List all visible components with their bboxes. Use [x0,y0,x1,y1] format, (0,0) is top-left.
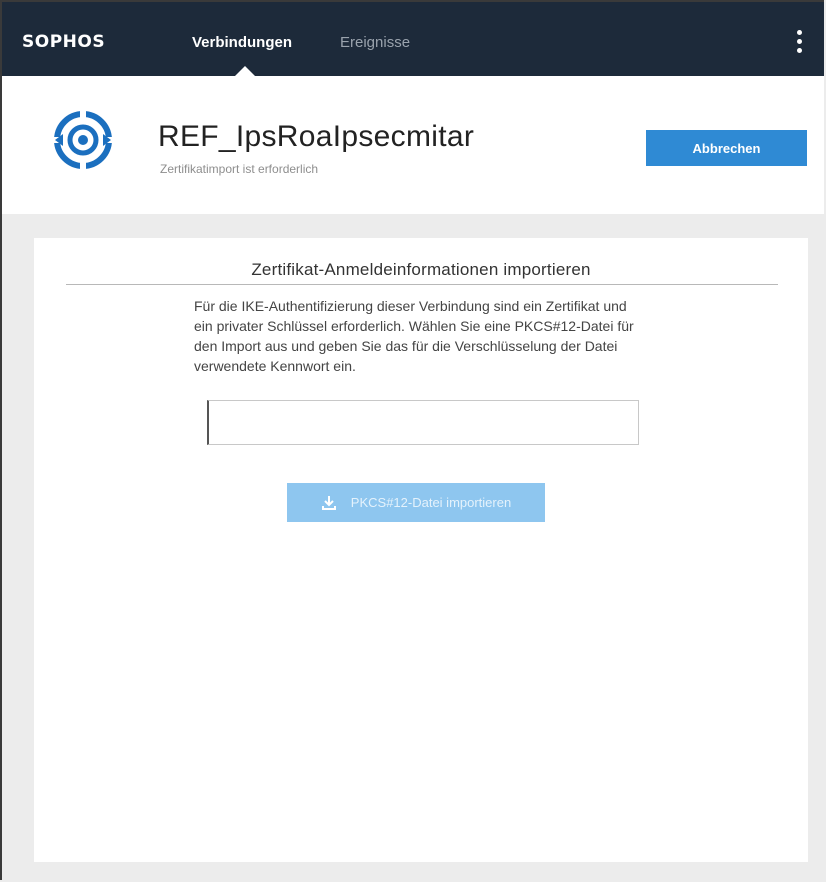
cancel-button[interactable]: Abbrechen [646,130,807,166]
password-field[interactable] [207,400,639,445]
import-panel: Zertifikat-Anmeldeinformationen importie… [34,238,808,862]
app-window: SOPHOS Verbindungen Ereignisse REF_IpsRo… [0,0,824,880]
connection-status: Zertifikatimport ist erforderlich [160,162,319,176]
import-description: Für die IKE-Authentifizierung dieser Ver… [194,298,634,374]
connection-name: REF_IpsRoaIpsecmitar [158,120,475,153]
connection-header: REF_IpsRoaIpsecmitar Zertifikatimport is… [2,76,824,214]
brand-logo: SOPHOS [22,32,106,52]
download-icon [321,495,336,510]
section-title: Zertifikat-Anmeldeinformationen importie… [251,260,591,279]
section-divider [66,284,778,285]
kebab-menu-icon[interactable] [796,30,802,56]
import-pkcs12-button[interactable]: PKCS#12-Datei importieren [287,483,545,522]
target-connection-icon [51,108,115,172]
tab-verbindungen[interactable]: Verbindungen [192,34,292,51]
tab-ereignisse[interactable]: Ereignisse [340,34,410,51]
top-nav-bar: SOPHOS Verbindungen Ereignisse [2,2,824,78]
import-button-label: PKCS#12-Datei importieren [350,495,512,510]
